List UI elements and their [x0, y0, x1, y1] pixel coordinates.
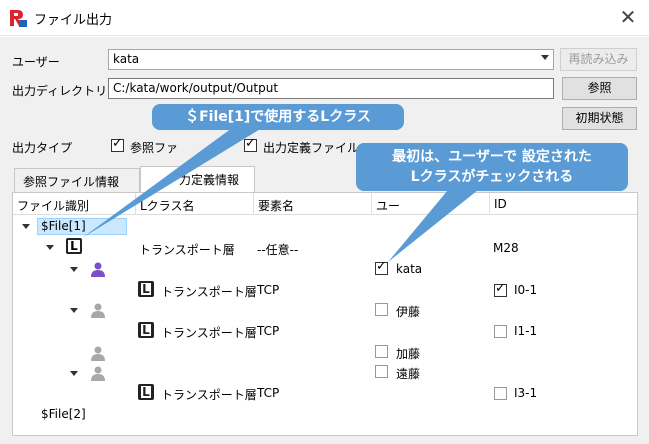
column-header-user[interactable]: ユー — [371, 193, 489, 215]
user-active-icon — [91, 262, 105, 277]
app-logo-icon — [8, 8, 28, 28]
chevron-down-icon[interactable] — [70, 308, 78, 313]
lclass-icon: L — [138, 322, 154, 338]
lclass-icon: L — [138, 384, 154, 400]
user-endou-checkbox[interactable] — [375, 365, 388, 378]
browse-button[interactable]: 参照 — [562, 77, 637, 100]
output-directory-label: 出力ディレクトリ — [12, 84, 108, 98]
element-cell: --任意-- — [257, 243, 299, 257]
reference-file-checkbox[interactable] — [111, 136, 124, 152]
lclass-name-cell: トランスポート層 — [161, 388, 257, 402]
table-header: ファイル識別 Lクラス名 要素名 ユー ID — [13, 193, 637, 215]
user-endou-label: 遠藤 — [396, 367, 421, 381]
tab-reference-file-info[interactable]: 参照ファイル情報 — [14, 168, 140, 192]
user-kata-label: kata — [396, 262, 423, 276]
user-itou-checkbox[interactable] — [375, 303, 388, 316]
column-header-id[interactable]: ID — [489, 193, 637, 215]
user-icon — [91, 303, 105, 318]
element-cell: TCP — [257, 283, 280, 297]
chevron-down-icon[interactable] — [70, 267, 78, 272]
chevron-down-icon[interactable] — [70, 371, 78, 376]
reference-file-checkbox-label: 参照ファ — [130, 141, 179, 155]
tree-item-file2[interactable]: $File[2] — [41, 407, 86, 421]
output-directory-input[interactable]: C:/kata/work/output/Output — [108, 78, 554, 99]
callout-default-checked: 最初は、ユーザーで 設定された Lクラスがチェックされる — [356, 143, 628, 191]
user-icon — [91, 366, 105, 381]
output-type-label: 出力タイプ — [12, 141, 73, 155]
output-definition-checkbox-label: 出力定義ファイル — [263, 141, 360, 155]
lclass-name-cell: トランスポート層 — [139, 243, 235, 257]
user-katou-checkbox[interactable] — [375, 345, 388, 358]
output-definition-checkbox[interactable] — [244, 136, 257, 152]
user-combobox[interactable]: kata — [108, 49, 554, 70]
user-katou-label: 加藤 — [396, 347, 421, 361]
chevron-down-icon[interactable] — [46, 245, 54, 250]
tab-output-definition-info[interactable]: 力定義情報 — [140, 166, 255, 192]
lclass-icon: L — [138, 281, 154, 297]
window-title: ファイル出力 — [34, 13, 113, 28]
element-cell: TCP — [257, 386, 280, 400]
user-icon — [91, 346, 105, 361]
tab-reference-file-info-label: 参照ファイル情報 — [23, 175, 120, 189]
lclass-name-cell: トランスポート層 — [161, 285, 257, 299]
tab-output-definition-info-label: 力定義情報 — [179, 173, 240, 187]
element-cell: TCP — [257, 324, 280, 338]
reload-button[interactable]: 再読み込み — [560, 48, 637, 71]
lclass-id-checkbox[interactable] — [494, 387, 507, 400]
chevron-down-icon[interactable] — [22, 224, 30, 229]
user-kata-checkbox[interactable] — [375, 259, 388, 275]
id-cell: I0-1 — [514, 283, 538, 297]
lclass-name-cell: トランスポート層 — [161, 326, 257, 340]
id-cell: I1-1 — [514, 324, 538, 338]
callout-line-1: 最初は、ユーザーで 設定された — [392, 149, 592, 165]
column-header-element[interactable]: 要素名 — [253, 193, 371, 215]
user-itou-label: 伊藤 — [396, 305, 421, 319]
column-header-lclass[interactable]: Lクラス名 — [135, 193, 253, 215]
initial-state-button[interactable]: 初期状態 — [562, 107, 637, 130]
callout-line-2: Lクラスがチェックされる — [410, 169, 574, 185]
chevron-down-icon[interactable] — [541, 55, 549, 60]
user-label: ユーザー — [12, 55, 60, 69]
lclass-id-checkbox[interactable] — [494, 281, 507, 297]
callout-lclass-usage: ＄File[1]で使用するLクラス — [152, 104, 404, 130]
column-header-file-id[interactable]: ファイル識別 — [13, 193, 135, 215]
tree-item-file1: $File[1] — [41, 219, 86, 233]
id-cell: M28 — [493, 241, 519, 255]
user-combobox-value: kata — [113, 52, 140, 66]
lclass-id-checkbox[interactable] — [494, 325, 507, 338]
close-button[interactable]: ✕ — [614, 4, 642, 30]
lclass-icon: L — [66, 238, 82, 254]
id-cell: I3-1 — [514, 386, 538, 400]
